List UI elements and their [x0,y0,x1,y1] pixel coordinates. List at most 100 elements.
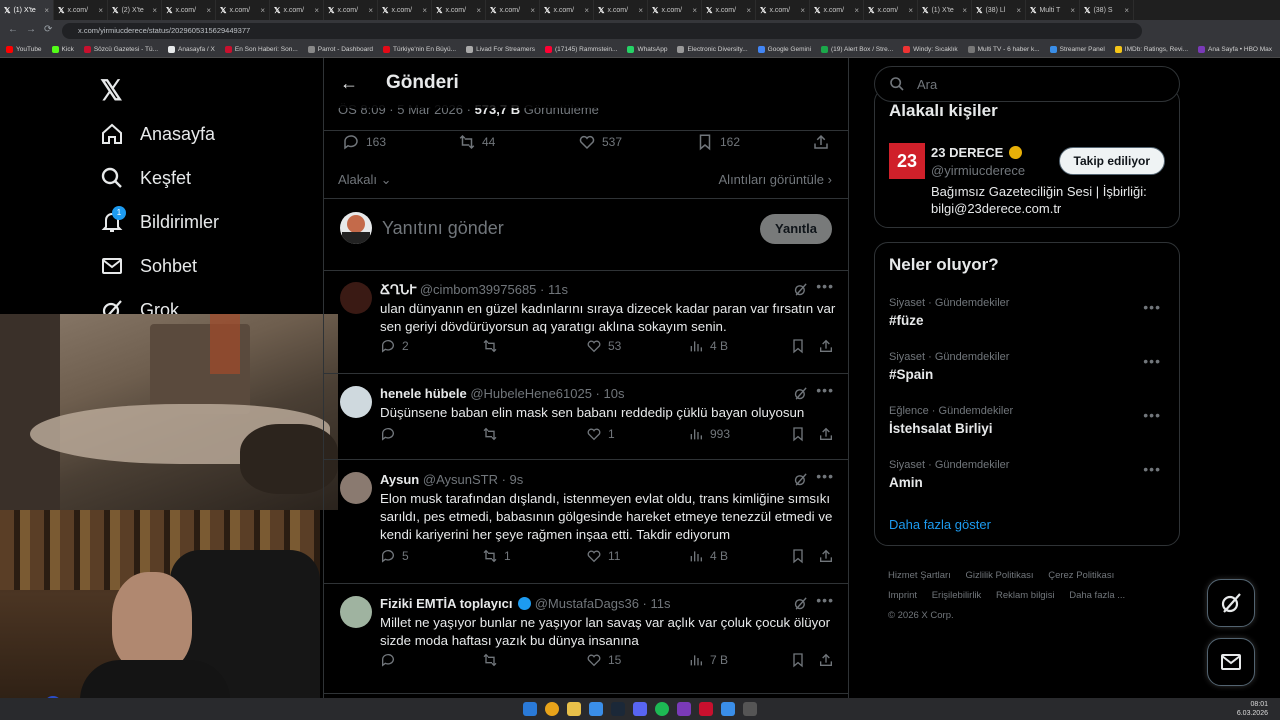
bookmark-item[interactable]: Electronic Diversity... [677,46,748,53]
browser-tab[interactable]: 𝕏x.com/ × [270,0,324,20]
more-icon[interactable]: ••• [816,278,834,294]
bookmark-item[interactable]: Türkiye'nin En Büyü... [383,46,456,53]
views-button[interactable]: 4 B [688,338,728,354]
back-nav-icon[interactable]: ← [8,24,18,35]
close-icon[interactable]: × [368,6,373,15]
app-icon[interactable] [589,702,603,716]
close-icon[interactable]: × [44,6,49,15]
browser-tab[interactable]: 𝕏x.com/ × [756,0,810,20]
browser-tab[interactable]: 𝕏x.com/ × [864,0,918,20]
bookmark-item[interactable]: Google Gemini [757,46,811,53]
close-icon[interactable]: × [1124,6,1129,15]
repost-button[interactable] [482,426,504,442]
reply-button[interactable]: 2 [380,338,409,354]
like-button[interactable]: 1 [586,426,615,442]
footer-link[interactable]: Gizlilik Politikası [965,570,1033,581]
close-icon[interactable]: × [638,6,643,15]
trend-item[interactable]: Siyaset · Gündemdekiler Amin ••• [889,459,1169,490]
forward-nav-icon[interactable]: → [26,24,36,35]
view-quotes-link[interactable]: Alıntıları görüntüle › [719,172,832,187]
more-icon[interactable]: ••• [816,592,834,608]
reply-tweet[interactable]: Aysun @AysunSTR · 9s ••• Elon musk taraf… [324,460,848,584]
bookmark-item[interactable]: En Son Haberi: Son... [224,46,298,53]
nav-item-explore[interactable]: Keşfet [100,166,191,190]
browser-tab[interactable]: 𝕏x.com/ × [216,0,270,20]
nav-item-notifications[interactable]: 1 Bildirimler [100,206,219,234]
tweet-author-name[interactable]: ՃՂՆՒ [380,282,416,297]
app-icon[interactable] [699,702,713,716]
reply-tweet[interactable]: ՃՂՆՒ @cimbom39975685 · 11s ••• ulan düny… [324,270,848,374]
discord-icon[interactable] [633,702,647,716]
views-button[interactable]: 993 [688,426,730,442]
footer-link[interactable]: Imprint [888,590,917,601]
browser-tab[interactable]: 𝕏 Multi T × [1026,0,1080,20]
bookmark-item[interactable]: Livad For Streamers [466,46,535,53]
trend-item[interactable]: Siyaset · Gündemdekiler #füze ••• [889,297,1169,328]
app-icon[interactable] [743,702,757,716]
bookmark-button[interactable] [790,548,806,564]
close-icon[interactable]: × [422,6,427,15]
reply-input[interactable]: Yanıtını gönder [382,218,504,239]
tweet-author-name[interactable]: Aysun [380,472,419,487]
like-button[interactable]: 15 [586,652,621,668]
close-icon[interactable]: × [746,6,751,15]
trend-item[interactable]: Eğlence · Gündemdekiler İstehsalat Birli… [889,405,1169,436]
reply-button[interactable] [380,426,402,442]
trend-item[interactable]: Siyaset · Gündemdekiler #Spain ••• [889,351,1169,382]
search-bar[interactable]: Ara [874,66,1180,102]
close-icon[interactable]: × [962,6,967,15]
bookmark-item[interactable]: Multi TV - 6 haber k... [967,46,1040,53]
views-button[interactable]: 7 B [688,652,728,668]
share-button[interactable] [818,426,834,442]
chrome-icon[interactable] [545,702,559,716]
close-icon[interactable]: × [800,6,805,15]
bookmark-item[interactable]: (19) Alert Box / Stre... [821,46,893,53]
footer-link[interactable]: Hizmet Şartları [888,570,951,581]
search-input[interactable]: Ara [917,77,937,92]
steam-icon[interactable] [611,702,625,716]
share-button[interactable] [818,652,834,668]
bookmark-button[interactable]: 162 [696,133,740,151]
reply-button[interactable]: 163 [342,133,386,151]
browser-tab[interactable]: 𝕏 (38) S × [1080,0,1134,20]
avatar[interactable]: 23 [889,143,925,179]
close-icon[interactable]: × [206,6,211,15]
nav-item-chat[interactable]: Sohbet [100,254,197,278]
close-icon[interactable]: × [152,6,157,15]
grok-icon[interactable] [793,386,808,406]
footer-link[interactable]: Erişilebilirlik [932,590,982,601]
browser-tab[interactable]: 𝕏 (1) X'te × [918,0,972,20]
reply-tweet[interactable]: Fiziki EMTİA toplayıcı @MustafaDags36 · … [324,584,848,694]
bookmark-button[interactable] [790,338,806,354]
reload-icon[interactable]: ⟳ [44,24,52,35]
repost-button[interactable]: 1 [482,548,511,564]
browser-tab[interactable]: 𝕏x.com/ × [648,0,702,20]
close-icon[interactable]: × [692,6,697,15]
more-icon[interactable]: ••• [1143,407,1161,423]
messages-fab-button[interactable] [1207,638,1255,686]
url-input[interactable]: x.com/yirmiucderece/status/2029605315629… [62,23,1142,39]
bookmark-item[interactable]: Anasayfa / X [168,46,215,53]
repost-button[interactable] [482,338,504,354]
close-icon[interactable]: × [260,6,265,15]
following-button[interactable]: Takip ediliyor [1058,147,1165,175]
spotify-icon[interactable] [655,702,669,716]
bookmark-item[interactable]: Parrot - Dashboard [307,46,373,53]
close-icon[interactable]: × [584,6,589,15]
like-button[interactable]: 537 [578,133,622,151]
repost-button[interactable] [482,652,504,668]
bookmark-item[interactable]: Streamer Panel [1049,46,1105,53]
bookmark-item[interactable]: Windy: Sıcaklık [903,46,958,53]
share-button[interactable] [818,338,834,354]
back-arrow-icon[interactable]: ← [340,73,358,94]
app-icon[interactable] [721,702,735,716]
close-icon[interactable]: × [98,6,103,15]
bookmark-button[interactable] [790,652,806,668]
close-icon[interactable]: × [530,6,535,15]
browser-tab[interactable]: 𝕏x.com/ × [54,0,108,20]
grok-fab-button[interactable] [1207,579,1255,627]
browser-tab[interactable]: 𝕏x.com/ × [324,0,378,20]
close-icon[interactable]: × [1016,6,1021,15]
browser-tab[interactable]: 𝕏 (38) Ll × [972,0,1026,20]
grok-icon[interactable] [793,282,808,302]
